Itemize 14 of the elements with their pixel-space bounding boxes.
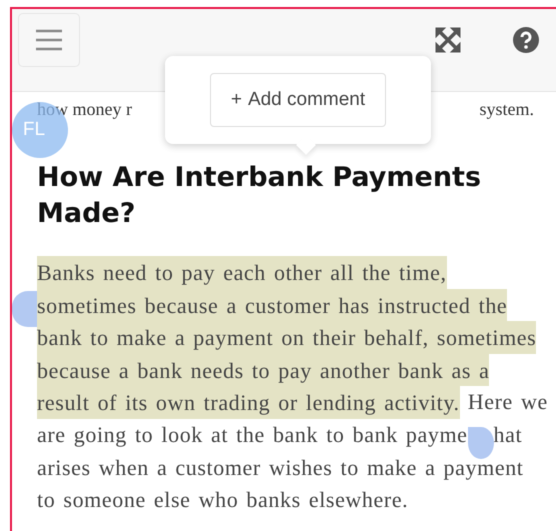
body-text: how money r xyxy=(37,98,132,120)
menu-button[interactable] xyxy=(18,13,80,67)
menu-icon xyxy=(34,28,64,52)
selection-handle[interactable] xyxy=(468,426,494,459)
text-fragment: hat xyxy=(494,420,522,449)
text-line: to someone else who banks elsewhere. xyxy=(37,486,410,514)
expand-icon xyxy=(435,27,461,53)
text-fragment: are going to look at the bank to bank payme xyxy=(37,420,468,449)
add-comment-button[interactable]: + Add comment xyxy=(210,73,386,127)
body-text: system. xyxy=(479,98,534,120)
text-line: arises when a customer wishes to make a payment xyxy=(37,454,525,482)
help-icon xyxy=(512,26,540,54)
section-heading: How Are Interbank Payments Made? xyxy=(37,161,482,231)
selection-handle[interactable] xyxy=(12,291,37,327)
